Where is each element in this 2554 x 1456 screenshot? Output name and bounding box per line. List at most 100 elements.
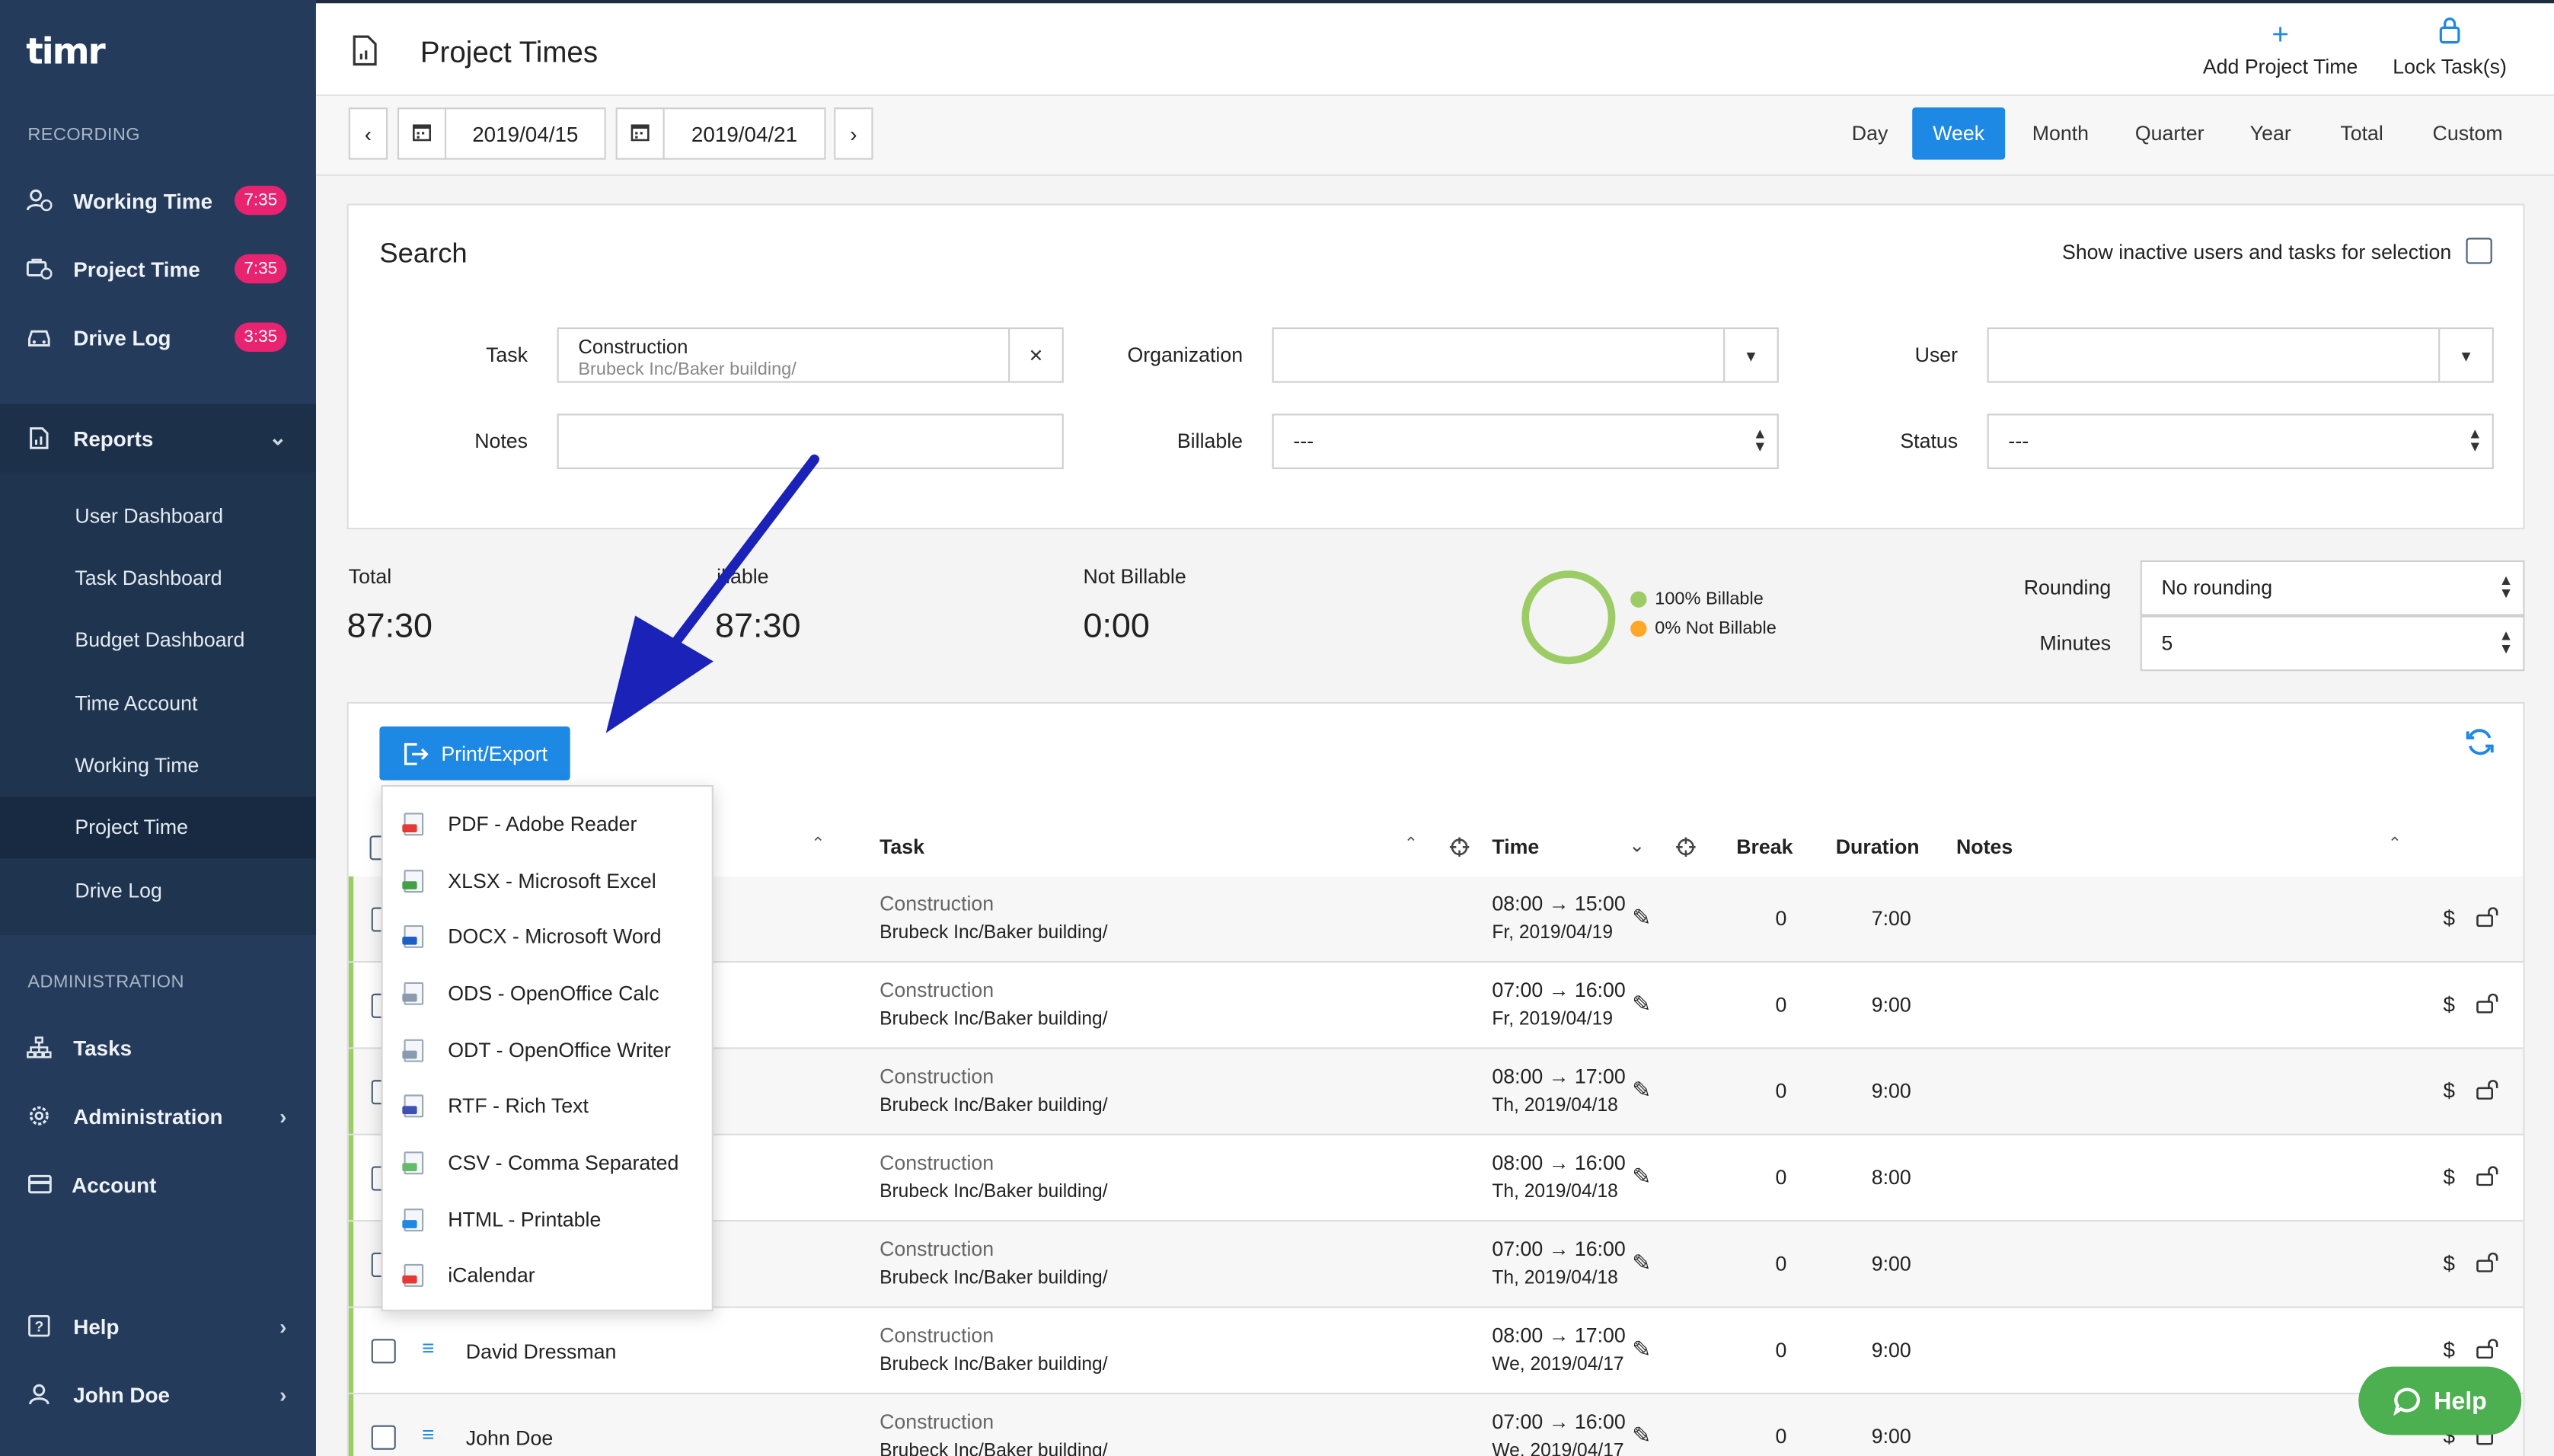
sidebar-item-drive-log[interactable]: Drive Log 3:35 bbox=[0, 305, 316, 370]
list-icon[interactable]: ≡ bbox=[422, 1422, 434, 1446]
pencil-icon[interactable]: ✎ bbox=[1632, 1163, 1651, 1190]
row-checkbox[interactable] bbox=[371, 1425, 396, 1450]
column-header-break[interactable]: Break bbox=[1736, 835, 1793, 858]
menu-item-label: ODS - OpenOffice Calc bbox=[448, 982, 659, 1005]
add-project-time-button[interactable]: + Add Project Time bbox=[2199, 16, 2362, 78]
export-option-pdf[interactable]: PDF - Adobe Reader bbox=[383, 797, 715, 852]
column-header-duration[interactable]: Duration bbox=[1836, 835, 1920, 858]
sort-icon[interactable]: ⌃ bbox=[2388, 835, 2402, 854]
from-date-input[interactable]: 2019/04/15 bbox=[444, 107, 606, 160]
export-option-html[interactable]: HTML - Printable bbox=[383, 1193, 715, 1248]
refresh-icon[interactable] bbox=[2464, 726, 2495, 765]
pencil-icon[interactable]: ✎ bbox=[1632, 991, 1651, 1018]
sort-icon[interactable]: ⌃ bbox=[811, 835, 825, 854]
pencil-icon[interactable]: ✎ bbox=[1632, 1336, 1651, 1363]
sidebar-subitem-drive-log[interactable]: Drive Log bbox=[0, 860, 316, 921]
tab-week[interactable]: Week bbox=[1912, 107, 2006, 160]
billable-dollar-icon[interactable]: $ bbox=[2444, 992, 2455, 1017]
tab-total[interactable]: Total bbox=[2323, 107, 2401, 159]
unlock-icon[interactable] bbox=[2476, 1166, 2500, 1191]
to-date-calendar-button[interactable] bbox=[615, 107, 665, 160]
unlock-icon[interactable] bbox=[2476, 1080, 2500, 1104]
pencil-icon[interactable]: ✎ bbox=[1632, 1422, 1651, 1449]
export-option-ods[interactable]: ODS - OpenOffice Calc bbox=[383, 966, 715, 1021]
previous-period-button[interactable]: ‹ bbox=[348, 107, 388, 160]
crosshair-icon[interactable] bbox=[1676, 835, 1696, 865]
list-icon[interactable]: ≡ bbox=[422, 1336, 434, 1360]
sidebar-subitem-task-dashboard[interactable]: Task Dashboard bbox=[0, 548, 316, 609]
sidebar-item-project-time[interactable]: Project Time 7:35 bbox=[0, 236, 316, 302]
row-checkbox[interactable] bbox=[371, 1339, 396, 1364]
organization-select[interactable]: ▾ bbox=[1272, 327, 1779, 383]
sidebar-item-help[interactable]: ? Help › bbox=[0, 1293, 316, 1359]
billable-dollar-icon[interactable]: $ bbox=[2444, 905, 2455, 930]
billable-dollar-icon[interactable]: $ bbox=[2444, 1251, 2455, 1276]
sidebar-item-account[interactable]: Account bbox=[0, 1151, 316, 1217]
export-icon bbox=[402, 740, 429, 766]
from-date-calendar-button[interactable] bbox=[397, 107, 447, 160]
pencil-icon[interactable]: ✎ bbox=[1632, 1077, 1651, 1104]
tab-custom[interactable]: Custom bbox=[2417, 107, 2518, 159]
export-option-docx[interactable]: DOCX - Microsoft Word bbox=[383, 909, 715, 965]
next-period-button[interactable]: › bbox=[834, 107, 873, 160]
billable-dollar-icon[interactable]: $ bbox=[2444, 1078, 2455, 1103]
billable-accent-bar bbox=[348, 1394, 354, 1456]
clear-task-button[interactable]: ✕ bbox=[1008, 329, 1062, 382]
sidebar-item-tasks[interactable]: Tasks bbox=[0, 1015, 316, 1081]
sidebar-item-working-time[interactable]: Working Time 7:35 bbox=[0, 168, 316, 233]
pencil-icon[interactable]: ✎ bbox=[1632, 904, 1651, 931]
sidebar-subitem-budget-dashboard[interactable]: Budget Dashboard bbox=[0, 609, 316, 671]
user-select[interactable]: ▾ bbox=[1987, 327, 2494, 383]
tab-year[interactable]: Year bbox=[2231, 107, 2310, 159]
sidebar-item-user[interactable]: John Doe › bbox=[0, 1362, 316, 1427]
billable-dollar-icon[interactable]: $ bbox=[2444, 1337, 2455, 1362]
task-select[interactable]: Construction Brubeck Inc/Baker building/… bbox=[557, 327, 1064, 383]
unlock-icon[interactable] bbox=[2476, 993, 2500, 1018]
show-inactive-checkbox[interactable] bbox=[2466, 238, 2492, 264]
export-option-csv[interactable]: CSV - Comma Separated bbox=[383, 1135, 715, 1191]
lock-tasks-button[interactable]: Lock Task(s) bbox=[2388, 16, 2512, 78]
export-option-xlsx[interactable]: XLSX - Microsoft Excel bbox=[383, 854, 715, 909]
help-chat-button[interactable]: Help bbox=[2358, 1366, 2522, 1435]
tab-day[interactable]: Day bbox=[1840, 107, 1899, 159]
tab-month[interactable]: Month bbox=[2016, 107, 2105, 159]
export-option-icalendar[interactable]: iCalendar bbox=[383, 1247, 715, 1303]
sidebar-item-label: Help bbox=[73, 1314, 120, 1339]
not-billable-label: Not Billable bbox=[1083, 565, 1186, 589]
sort-icon[interactable]: ⌃ bbox=[1404, 835, 1418, 854]
table-row[interactable]: ≡ David Dressman Construction Brubeck In… bbox=[348, 1308, 2524, 1395]
unlock-icon[interactable] bbox=[2476, 1339, 2500, 1363]
sidebar-subitem-time-account[interactable]: Time Account bbox=[0, 672, 316, 734]
sidebar-subitem-project-time[interactable]: Project Time bbox=[0, 796, 316, 859]
tab-quarter[interactable]: Quarter bbox=[2121, 107, 2218, 159]
billable-dollar-icon[interactable]: $ bbox=[2444, 1164, 2455, 1189]
billable-select[interactable]: --- ▲ ▼ bbox=[1272, 413, 1779, 470]
sidebar-item-administration[interactable]: Administration › bbox=[0, 1083, 316, 1148]
sidebar-item-reports[interactable]: Reports ⌄ bbox=[0, 404, 316, 473]
table-row[interactable]: ≡ John Doe Construction Brubeck Inc/Bake… bbox=[348, 1394, 2524, 1456]
row-task: Construction bbox=[880, 1410, 994, 1434]
crosshair-icon[interactable] bbox=[1449, 835, 1470, 865]
organization-dropdown-toggle[interactable]: ▾ bbox=[1723, 329, 1777, 382]
user-dropdown-toggle[interactable]: ▾ bbox=[2438, 329, 2492, 382]
status-select[interactable]: --- ▲ ▼ bbox=[1987, 413, 2494, 470]
column-header-time[interactable]: Time bbox=[1492, 835, 1539, 858]
app-logo[interactable]: timr bbox=[26, 33, 105, 73]
sidebar-subitem-working-time[interactable]: Working Time bbox=[0, 735, 316, 797]
lock-tasks-label: Lock Task(s) bbox=[2393, 55, 2507, 78]
column-header-task[interactable]: Task bbox=[880, 835, 924, 858]
minutes-label: Minutes bbox=[2039, 631, 2112, 655]
minutes-select[interactable]: 5 ▲ ▼ bbox=[2140, 615, 2525, 672]
unlock-icon[interactable] bbox=[2476, 907, 2500, 931]
pencil-icon[interactable]: ✎ bbox=[1632, 1250, 1651, 1277]
export-option-odt[interactable]: ODT - OpenOffice Writer bbox=[383, 1023, 715, 1078]
unlock-icon[interactable] bbox=[2476, 1252, 2500, 1277]
billable-label: Billable bbox=[1176, 429, 1243, 453]
rounding-select[interactable]: No rounding ▲ ▼ bbox=[2140, 560, 2525, 616]
to-date-input[interactable]: 2019/04/21 bbox=[662, 107, 826, 160]
chevron-down-icon[interactable]: ⌄ bbox=[1629, 834, 1646, 857]
sidebar-subitem-user-dashboard[interactable]: User Dashboard bbox=[0, 485, 316, 547]
export-option-rtf[interactable]: RTF - Rich Text bbox=[383, 1078, 715, 1134]
print-export-button[interactable]: Print/Export bbox=[379, 726, 570, 781]
column-header-notes[interactable]: Notes bbox=[1956, 835, 2013, 858]
